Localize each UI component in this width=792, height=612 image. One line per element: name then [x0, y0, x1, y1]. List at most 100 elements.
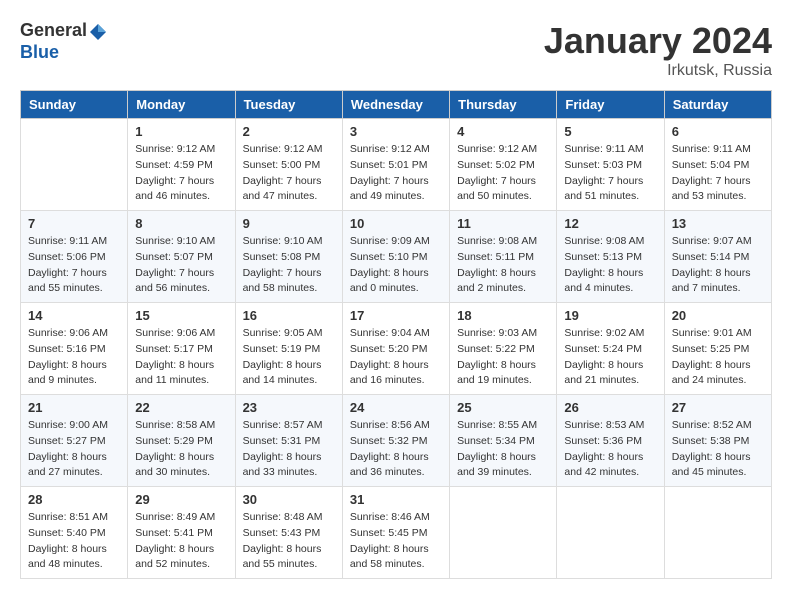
calendar-cell: 31Sunrise: 8:46 AMSunset: 5:45 PMDayligh…: [342, 487, 449, 579]
calendar-week-row: 21 Sunrise: 9:00 AMSunset: 5:27 PMDayligh…: [21, 395, 772, 487]
calendar-cell: 26 Sunrise: 8:53 AMSunset: 5:36 PMDayligh…: [557, 395, 664, 487]
col-header-sunday: Sunday: [21, 91, 128, 119]
day-number: 27: [672, 400, 764, 415]
day-info: Sunrise: 8:58 AMSunset: 5:29 PMDaylight:…: [135, 418, 227, 481]
col-header-wednesday: Wednesday: [342, 91, 449, 119]
day-number: 15: [135, 308, 227, 323]
day-number: 30: [243, 492, 335, 507]
day-number: 24: [350, 400, 442, 415]
day-number: 12: [564, 216, 656, 231]
day-info: Sunrise: 8:53 AMSunset: 5:36 PMDaylight:…: [564, 418, 656, 481]
day-number: 8: [135, 216, 227, 231]
calendar-header-row: SundayMondayTuesdayWednesdayThursdayFrid…: [21, 91, 772, 119]
day-info: Sunrise: 8:52 AMSunset: 5:38 PMDaylight:…: [672, 418, 764, 481]
day-info: Sunrise: 8:57 AMSunset: 5:31 PMDaylight:…: [243, 418, 335, 481]
calendar-cell: 2 Sunrise: 9:12 AMSunset: 5:00 PMDaylight…: [235, 119, 342, 211]
day-number: 4: [457, 124, 549, 139]
calendar-cell: 29 Sunrise: 8:49 AMSunset: 5:41 PMDayligh…: [128, 487, 235, 579]
calendar-cell: 13 Sunrise: 9:07 AMSunset: 5:14 PMDayligh…: [664, 211, 771, 303]
day-info: Sunrise: 9:04 AMSunset: 5:20 PMDaylight:…: [350, 326, 442, 389]
day-number: 2: [243, 124, 335, 139]
day-number: 11: [457, 216, 549, 231]
day-info: Sunrise: 9:11 AMSunset: 5:04 PMDaylight:…: [672, 142, 764, 205]
calendar-cell: 17 Sunrise: 9:04 AMSunset: 5:20 PMDayligh…: [342, 303, 449, 395]
col-header-friday: Friday: [557, 91, 664, 119]
logo-blue: Blue: [20, 42, 59, 62]
calendar-cell: 4 Sunrise: 9:12 AMSunset: 5:02 PMDaylight…: [450, 119, 557, 211]
day-number: 5: [564, 124, 656, 139]
calendar-cell: 12 Sunrise: 9:08 AMSunset: 5:13 PMDayligh…: [557, 211, 664, 303]
calendar-cell: [557, 487, 664, 579]
col-header-monday: Monday: [128, 91, 235, 119]
calendar-cell: 9Sunrise: 9:10 AMSunset: 5:08 PMDaylight…: [235, 211, 342, 303]
calendar-cell: 14Sunrise: 9:06 AMSunset: 5:16 PMDayligh…: [21, 303, 128, 395]
calendar-cell: 30 Sunrise: 8:48 AMSunset: 5:43 PMDayligh…: [235, 487, 342, 579]
day-number: 28: [28, 492, 120, 507]
day-number: 25: [457, 400, 549, 415]
day-info: Sunrise: 9:08 AMSunset: 5:11 PMDaylight:…: [457, 234, 549, 297]
calendar-week-row: 7 Sunrise: 9:11 AMSunset: 5:06 PMDaylight…: [21, 211, 772, 303]
col-header-saturday: Saturday: [664, 91, 771, 119]
calendar-cell: 16Sunrise: 9:05 AMSunset: 5:19 PMDayligh…: [235, 303, 342, 395]
day-number: 17: [350, 308, 442, 323]
day-info: Sunrise: 8:55 AMSunset: 5:34 PMDaylight:…: [457, 418, 549, 481]
day-info: Sunrise: 9:01 AMSunset: 5:25 PMDaylight:…: [672, 326, 764, 389]
day-info: Sunrise: 9:05 AMSunset: 5:19 PMDaylight:…: [243, 326, 335, 389]
day-number: 22: [135, 400, 227, 415]
day-number: 13: [672, 216, 764, 231]
page-header: General Blue January 2024 Irkutsk, Russi…: [20, 20, 772, 80]
calendar-cell: [664, 487, 771, 579]
day-info: Sunrise: 9:12 AMSunset: 4:59 PMDaylight:…: [135, 142, 227, 205]
logo-icon: [88, 22, 108, 42]
day-info: Sunrise: 9:07 AMSunset: 5:14 PMDaylight:…: [672, 234, 764, 297]
day-info: Sunrise: 9:11 AMSunset: 5:03 PMDaylight:…: [564, 142, 656, 205]
calendar-week-row: 14Sunrise: 9:06 AMSunset: 5:16 PMDayligh…: [21, 303, 772, 395]
day-info: Sunrise: 9:10 AMSunset: 5:07 PMDaylight:…: [135, 234, 227, 297]
logo: General Blue: [20, 20, 109, 63]
calendar-cell: 3 Sunrise: 9:12 AMSunset: 5:01 PMDaylight…: [342, 119, 449, 211]
day-number: 1: [135, 124, 227, 139]
calendar-cell: 11 Sunrise: 9:08 AMSunset: 5:11 PMDayligh…: [450, 211, 557, 303]
day-info: Sunrise: 9:00 AMSunset: 5:27 PMDaylight:…: [28, 418, 120, 481]
logo-text: General Blue: [20, 20, 109, 63]
day-info: Sunrise: 9:12 AMSunset: 5:01 PMDaylight:…: [350, 142, 442, 205]
calendar-cell: 22 Sunrise: 8:58 AMSunset: 5:29 PMDayligh…: [128, 395, 235, 487]
logo-general: General: [20, 20, 87, 40]
day-info: Sunrise: 9:08 AMSunset: 5:13 PMDaylight:…: [564, 234, 656, 297]
day-info: Sunrise: 8:56 AMSunset: 5:32 PMDaylight:…: [350, 418, 442, 481]
calendar-cell: 21 Sunrise: 9:00 AMSunset: 5:27 PMDayligh…: [21, 395, 128, 487]
day-info: Sunrise: 8:51 AMSunset: 5:40 PMDaylight:…: [28, 510, 120, 573]
day-info: Sunrise: 9:12 AMSunset: 5:00 PMDaylight:…: [243, 142, 335, 205]
day-number: 6: [672, 124, 764, 139]
day-info: Sunrise: 9:11 AMSunset: 5:06 PMDaylight:…: [28, 234, 120, 297]
day-info: Sunrise: 8:48 AMSunset: 5:43 PMDaylight:…: [243, 510, 335, 573]
day-number: 19: [564, 308, 656, 323]
calendar-cell: 28 Sunrise: 8:51 AMSunset: 5:40 PMDayligh…: [21, 487, 128, 579]
calendar-cell: 6 Sunrise: 9:11 AMSunset: 5:04 PMDaylight…: [664, 119, 771, 211]
calendar-cell: 8 Sunrise: 9:10 AMSunset: 5:07 PMDaylight…: [128, 211, 235, 303]
calendar-cell: 27 Sunrise: 8:52 AMSunset: 5:38 PMDayligh…: [664, 395, 771, 487]
day-number: 3: [350, 124, 442, 139]
calendar-week-row: 1 Sunrise: 9:12 AMSunset: 4:59 PMDaylight…: [21, 119, 772, 211]
calendar-cell: 24 Sunrise: 8:56 AMSunset: 5:32 PMDayligh…: [342, 395, 449, 487]
calendar-cell: 25 Sunrise: 8:55 AMSunset: 5:34 PMDayligh…: [450, 395, 557, 487]
calendar-cell: 15Sunrise: 9:06 AMSunset: 5:17 PMDayligh…: [128, 303, 235, 395]
day-number: 26: [564, 400, 656, 415]
calendar-cell: 7 Sunrise: 9:11 AMSunset: 5:06 PMDaylight…: [21, 211, 128, 303]
calendar-cell: [21, 119, 128, 211]
col-header-tuesday: Tuesday: [235, 91, 342, 119]
location-title: Irkutsk, Russia: [544, 62, 772, 80]
day-info: Sunrise: 8:49 AMSunset: 5:41 PMDaylight:…: [135, 510, 227, 573]
day-number: 7: [28, 216, 120, 231]
calendar-week-row: 28 Sunrise: 8:51 AMSunset: 5:40 PMDayligh…: [21, 487, 772, 579]
day-number: 23: [243, 400, 335, 415]
day-info: Sunrise: 9:12 AMSunset: 5:02 PMDaylight:…: [457, 142, 549, 205]
day-number: 20: [672, 308, 764, 323]
calendar-cell: 5 Sunrise: 9:11 AMSunset: 5:03 PMDaylight…: [557, 119, 664, 211]
day-number: 9: [243, 216, 335, 231]
day-number: 21: [28, 400, 120, 415]
calendar-table: SundayMondayTuesdayWednesdayThursdayFrid…: [20, 90, 772, 579]
day-number: 29: [135, 492, 227, 507]
calendar-cell: 23 Sunrise: 8:57 AMSunset: 5:31 PMDayligh…: [235, 395, 342, 487]
day-info: Sunrise: 9:03 AMSunset: 5:22 PMDaylight:…: [457, 326, 549, 389]
